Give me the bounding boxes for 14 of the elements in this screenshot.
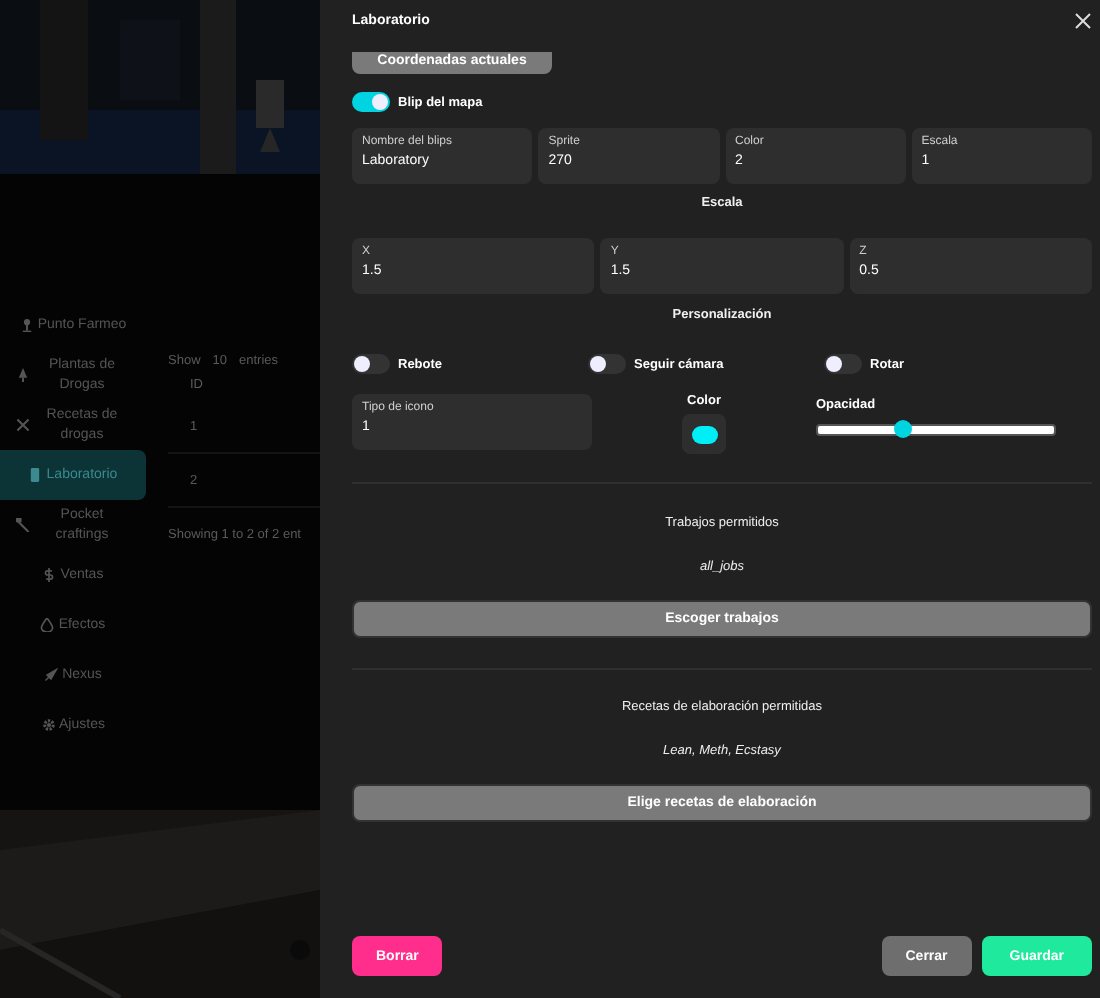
color-picker[interactable] xyxy=(682,414,726,454)
settings-icon xyxy=(41,718,56,732)
cross-icon xyxy=(16,418,30,432)
rocket-icon xyxy=(44,668,59,682)
dollar-icon xyxy=(42,568,57,582)
toggle-switch[interactable] xyxy=(352,354,390,374)
drop-icon xyxy=(40,618,55,632)
pin-icon xyxy=(19,318,34,332)
close-icon[interactable] xyxy=(1074,11,1092,29)
toggle-switch[interactable] xyxy=(824,354,862,374)
toggle-switch[interactable] xyxy=(588,354,626,374)
opacity-slider[interactable] xyxy=(816,424,1056,436)
toggle-switch[interactable] xyxy=(352,92,390,112)
plant-icon xyxy=(16,368,30,382)
